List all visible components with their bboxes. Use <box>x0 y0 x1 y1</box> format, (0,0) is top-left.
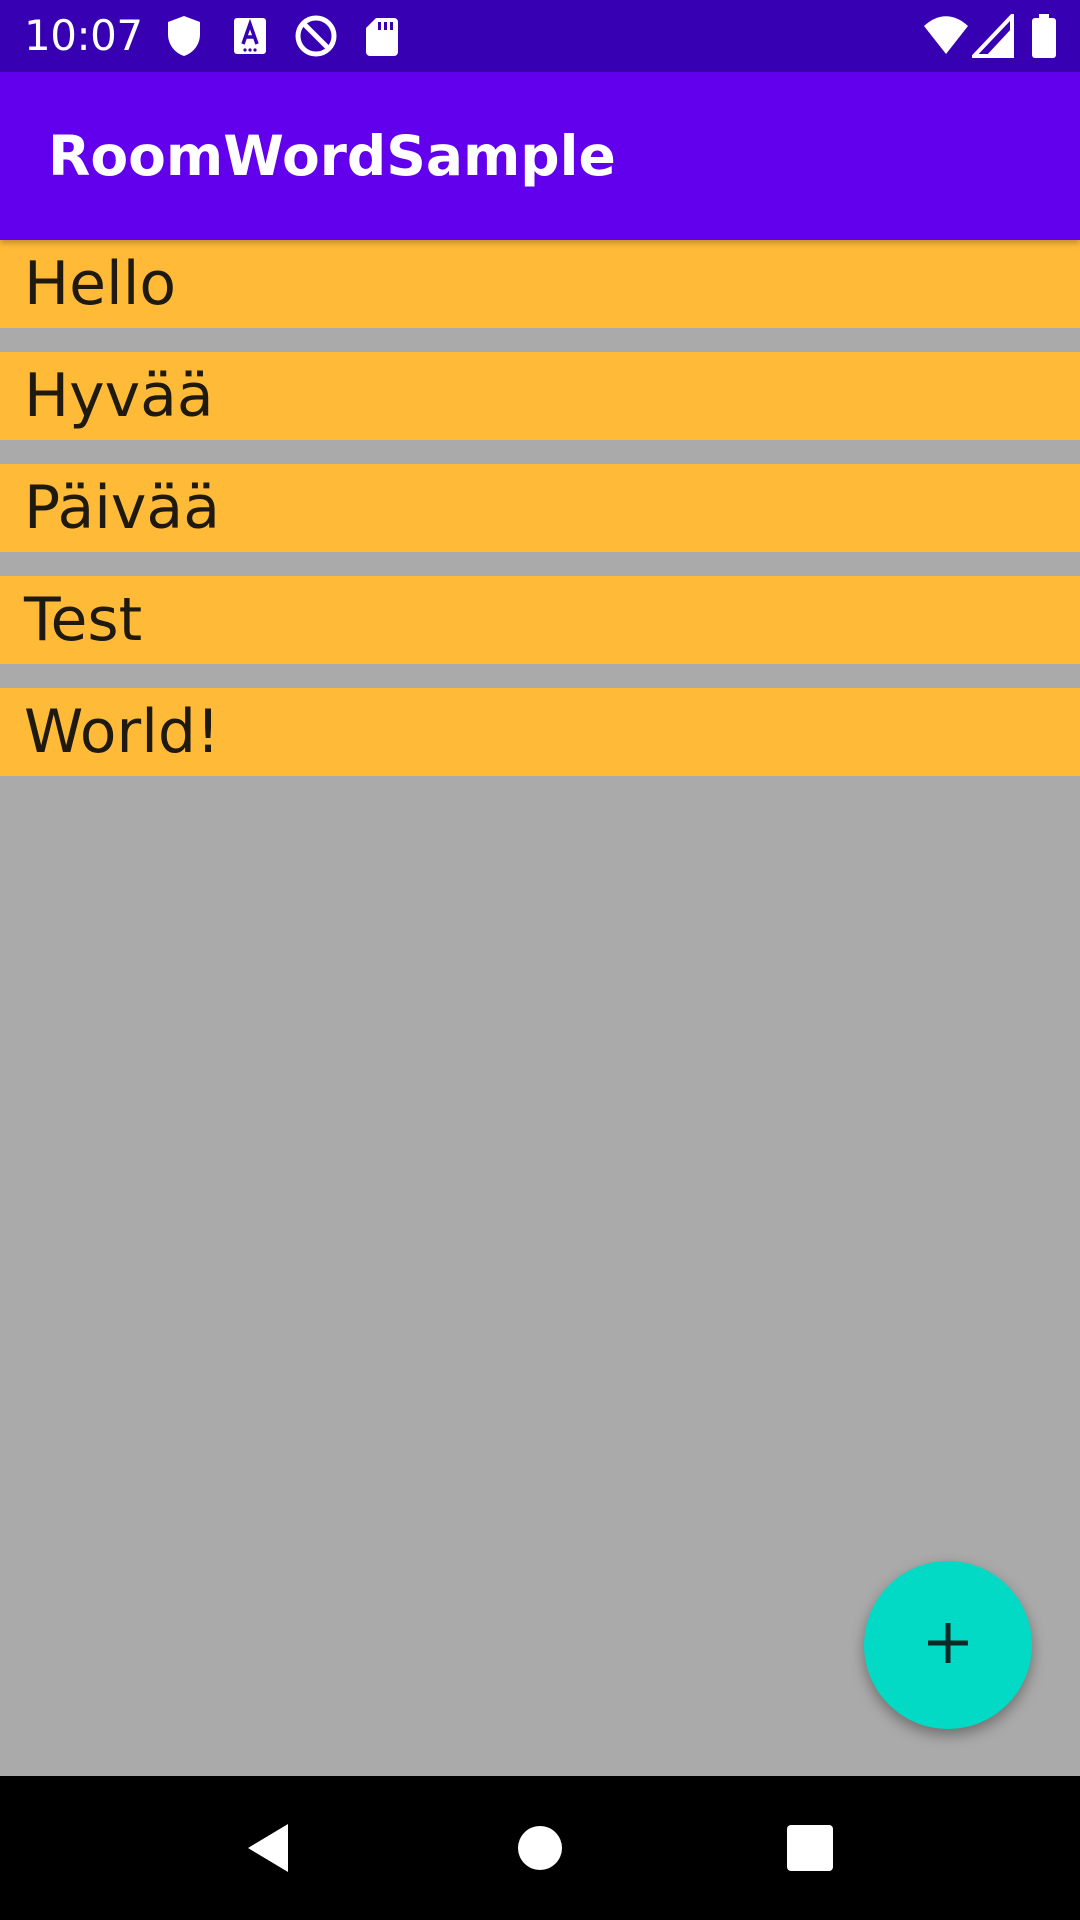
app-bar: RoomWordSample <box>0 72 1080 240</box>
add-word-button[interactable] <box>864 1561 1032 1729</box>
status-bar: 10:07 <box>0 0 1080 72</box>
wifi-icon <box>922 14 970 62</box>
battery-icon <box>1030 14 1058 62</box>
shield-icon <box>164 14 204 62</box>
app-title: RoomWordSample <box>48 124 616 188</box>
list-item[interactable]: Test <box>0 576 1080 664</box>
add-icon <box>924 1619 972 1671</box>
status-time: 10:07 <box>24 11 143 60</box>
home-icon[interactable] <box>518 1820 562 1880</box>
word-list[interactable]: Hello Hyvää Päivää Test World! <box>0 240 1080 800</box>
list-item[interactable]: World! <box>0 688 1080 776</box>
font-a-icon <box>232 14 268 62</box>
navigation-bar <box>0 1776 1080 1920</box>
sync-disabled-icon <box>292 14 340 62</box>
sd-card-icon <box>364 14 400 62</box>
list-item[interactable]: Hello <box>0 240 1080 328</box>
list-item[interactable]: Hyvää <box>0 352 1080 440</box>
cell-signal-icon <box>969 10 1016 62</box>
recents-icon[interactable] <box>787 1820 833 1880</box>
back-icon[interactable] <box>244 1820 292 1880</box>
list-item[interactable]: Päivää <box>0 464 1080 552</box>
